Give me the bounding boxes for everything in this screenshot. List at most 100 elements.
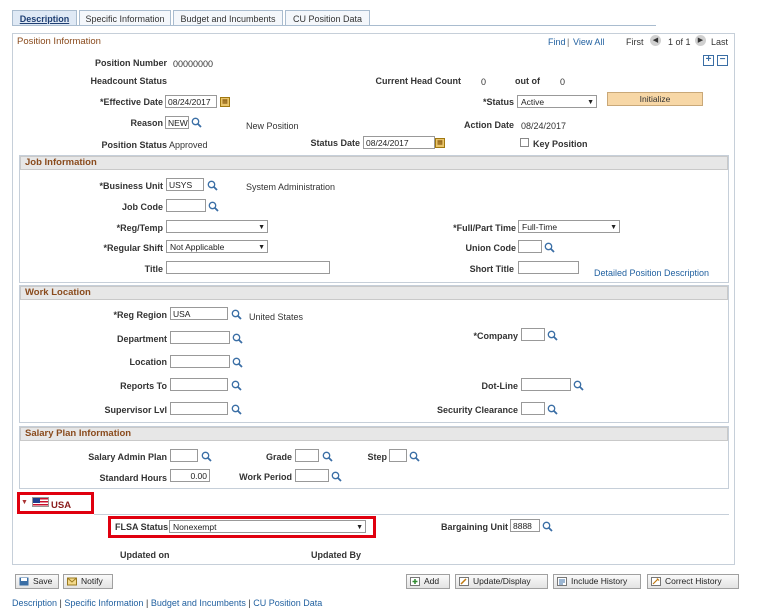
- department-input[interactable]: [170, 331, 230, 344]
- correct-history-button[interactable]: Correct History: [647, 574, 739, 589]
- salary-admin-plan-input[interactable]: [170, 449, 198, 462]
- bargaining-unit-input[interactable]: 8888: [510, 519, 540, 532]
- next-icon[interactable]: ▶: [695, 35, 706, 46]
- key-position-label: Key Position: [533, 139, 588, 149]
- reg-temp-label: *Reg/Temp: [116, 223, 163, 233]
- notify-label: Notify: [81, 576, 103, 586]
- notify-button[interactable]: Notify: [63, 574, 113, 589]
- grade-input[interactable]: [295, 449, 319, 462]
- reports-to-input[interactable]: [170, 378, 228, 391]
- find-link[interactable]: Find: [548, 37, 566, 47]
- short-title-input[interactable]: [518, 261, 579, 274]
- tab-specific-information[interactable]: Specific Information: [79, 10, 171, 26]
- security-clearance-lookup-icon[interactable]: [547, 404, 558, 415]
- chevron-down-icon: ▼: [610, 224, 617, 231]
- view-all-link[interactable]: View All: [573, 37, 604, 47]
- reason-lookup-icon[interactable]: [191, 117, 202, 128]
- union-code-lookup-icon[interactable]: [544, 242, 555, 253]
- status-date-input[interactable]: 08/24/2017: [363, 136, 435, 149]
- updated-by-label: Updated By: [311, 550, 362, 560]
- chevron-down-icon: ▼: [587, 99, 594, 106]
- reg-region-lookup-icon[interactable]: [231, 309, 242, 320]
- footer-link-budget-and-incumbents[interactable]: Budget and Incumbents: [151, 598, 246, 608]
- salary-admin-plan-lookup-icon[interactable]: [201, 451, 212, 462]
- short-title-label: Short Title: [469, 264, 514, 274]
- company-input[interactable]: [521, 328, 545, 341]
- job-code-lookup-icon[interactable]: [208, 201, 219, 212]
- step-input[interactable]: [389, 449, 407, 462]
- bargaining-unit-label: Bargaining Unit: [441, 522, 508, 532]
- detailed-position-description-link[interactable]: Detailed Position Description: [594, 268, 709, 278]
- key-position-checkbox[interactable]: [520, 138, 529, 147]
- reports-to-lookup-icon[interactable]: [231, 380, 242, 391]
- regular-shift-label: *Regular Shift: [103, 243, 163, 253]
- out-of-value: 0: [560, 77, 566, 87]
- save-button[interactable]: Save: [15, 574, 59, 589]
- include-history-button[interactable]: Include History: [553, 574, 641, 589]
- flsa-status-select[interactable]: Nonexempt ▼: [169, 520, 366, 533]
- dot-line-lookup-icon[interactable]: [573, 380, 584, 391]
- location-lookup-icon[interactable]: [232, 357, 243, 368]
- status-value: Active: [521, 97, 545, 107]
- full-part-time-select[interactable]: Full-Time ▼: [518, 220, 620, 233]
- save-icon: [19, 577, 29, 586]
- position-status-label: Position Status: [101, 140, 167, 150]
- bargaining-unit-lookup-icon[interactable]: [542, 521, 553, 532]
- union-code-input[interactable]: [518, 240, 542, 253]
- department-lookup-icon[interactable]: [232, 333, 243, 344]
- usa-label[interactable]: USA: [51, 500, 71, 511]
- footer-link-specific-information[interactable]: Specific Information: [64, 598, 143, 608]
- update-display-button[interactable]: Update/Display: [455, 574, 548, 589]
- status-date-label: Status Date: [310, 138, 360, 148]
- initialize-button[interactable]: Initialize: [607, 92, 703, 106]
- dot-line-input[interactable]: [521, 378, 571, 391]
- tab-budget-and-incumbents[interactable]: Budget and Incumbents: [173, 10, 283, 26]
- title-input[interactable]: [166, 261, 330, 274]
- previous-icon[interactable]: ◀: [650, 35, 661, 46]
- notify-icon: [67, 577, 77, 586]
- effective-date-input[interactable]: 08/24/2017: [165, 95, 217, 108]
- work-period-input[interactable]: [295, 469, 329, 482]
- updated-on-label: Updated on: [120, 550, 170, 560]
- business-unit-lookup-icon[interactable]: [207, 180, 218, 191]
- tab-cu-position-data[interactable]: CU Position Data: [285, 10, 370, 26]
- business-unit-input[interactable]: USYS: [166, 178, 204, 191]
- headcount-status-label: Headcount Status: [90, 76, 167, 86]
- position-status-value: Approved: [169, 140, 208, 150]
- step-lookup-icon[interactable]: [409, 451, 420, 462]
- calendar-icon[interactable]: ▦: [220, 97, 230, 107]
- standard-hours-input[interactable]: 0.00: [170, 469, 210, 482]
- delete-row-icon[interactable]: −: [717, 55, 728, 66]
- location-input[interactable]: [170, 355, 230, 368]
- job-code-input[interactable]: [166, 199, 206, 212]
- reason-description: New Position: [246, 121, 299, 131]
- reg-region-input[interactable]: USA: [170, 307, 228, 320]
- supervisor-lvl-lookup-icon[interactable]: [231, 404, 242, 415]
- status-select[interactable]: Active ▼: [517, 95, 597, 108]
- reg-region-label: *Reg Region: [113, 310, 167, 320]
- last-label[interactable]: Last: [711, 37, 728, 47]
- reg-temp-select[interactable]: ▼: [166, 220, 268, 233]
- calendar-icon[interactable]: ▦: [435, 138, 445, 148]
- security-clearance-input[interactable]: [521, 402, 545, 415]
- first-label[interactable]: First: [626, 37, 644, 47]
- add-button[interactable]: Add: [406, 574, 450, 589]
- footer-link-description[interactable]: Description: [12, 598, 57, 608]
- row-count: 1 of 1: [668, 37, 691, 47]
- footer-link-cu-position-data[interactable]: CU Position Data: [253, 598, 322, 608]
- salary-admin-plan-label: Salary Admin Plan: [88, 452, 167, 462]
- tab-description[interactable]: Description: [12, 10, 77, 26]
- supervisor-lvl-input[interactable]: [170, 402, 228, 415]
- full-part-time-label: *Full/Part Time: [453, 223, 516, 233]
- collapse-arrow-icon[interactable]: ▼: [21, 499, 28, 506]
- include-history-icon: [557, 577, 567, 586]
- regular-shift-select[interactable]: Not Applicable ▼: [166, 240, 268, 253]
- position-info-title: Position Information: [17, 36, 101, 47]
- add-row-icon[interactable]: +: [703, 55, 714, 66]
- work-period-lookup-icon[interactable]: [331, 471, 342, 482]
- reason-input[interactable]: NEW: [165, 116, 189, 129]
- grade-lookup-icon[interactable]: [322, 451, 333, 462]
- salary-plan-header: Salary Plan Information: [20, 427, 728, 441]
- company-lookup-icon[interactable]: [547, 330, 558, 341]
- action-date-value: 08/24/2017: [521, 121, 567, 131]
